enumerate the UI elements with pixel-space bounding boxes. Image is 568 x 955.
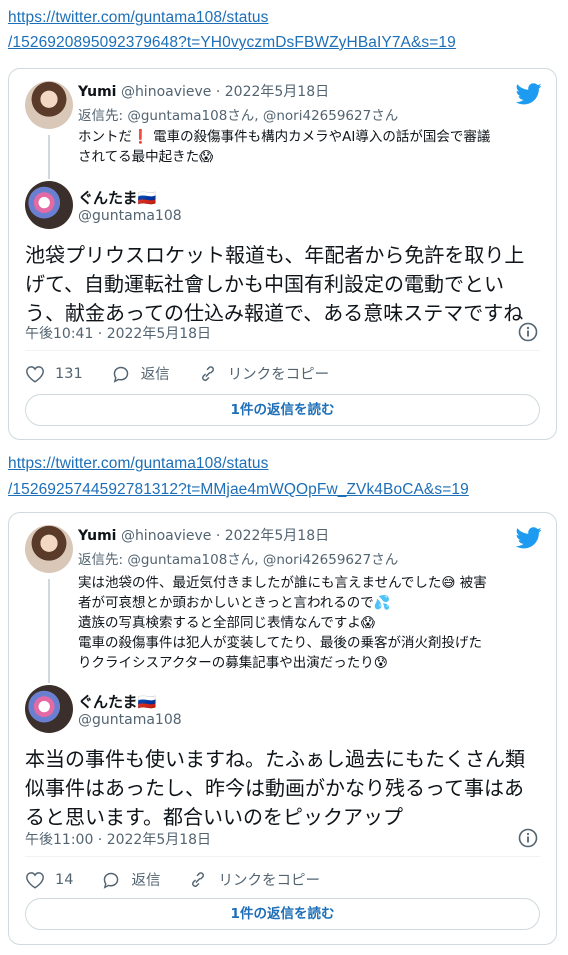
reply-body: 実は池袋の件、最近気付きましたが誰にも言えませんでした😅 被害 者が可哀想とか頭…: [78, 573, 546, 673]
twitter-bird-icon[interactable]: [516, 527, 542, 549]
like-count: 131: [55, 365, 83, 382]
status-link-line1[interactable]: https://twitter.com/guntama108/status: [8, 452, 268, 476]
reply-author-name[interactable]: Yumi: [78, 528, 116, 544]
thread-line: [48, 135, 50, 179]
main-author-name[interactable]: ぐんたま🇷🇺: [78, 187, 156, 208]
speech-bubble-icon: [113, 366, 128, 383]
tweet-embed-card: Yumi @hinoavieve · 2022年5月18日 返信先: @gunt…: [8, 512, 557, 945]
reply-body-line: りクライシスアクターの募集記事や出演だったり😰: [78, 655, 388, 671]
main-text-line: げて、自動運転社會しかも中国有利設定の電動でとい: [25, 272, 504, 296]
like-button[interactable]: 131: [25, 365, 83, 383]
reply-body-line: 実は池袋の件、最近気付きましたが誰にも言えませんでした😅 被害: [78, 575, 487, 591]
speech-bubble-icon: [104, 872, 119, 889]
twitter-bird-icon[interactable]: [516, 83, 542, 105]
avatar[interactable]: [25, 81, 73, 129]
reply-header: Yumi @hinoavieve · 2022年5月18日: [78, 527, 329, 545]
avatar[interactable]: [25, 525, 73, 573]
main-text-line: 本当の事件も使いますね。たふぁし過去にもたくさん類: [25, 747, 525, 771]
like-button[interactable]: 14: [25, 871, 73, 889]
reply-author-name[interactable]: Yumi: [78, 84, 116, 100]
main-text-line: ると思います。都合いいのをピックアップ: [25, 805, 403, 829]
status-link-line2[interactable]: /1526925744592781312?t=MMjae4mWQOpFw_ZVk…: [8, 478, 469, 502]
copy-link-button[interactable]: リンクをコピー: [188, 869, 320, 890]
reply-body-line: 電車の殺傷事件は犯人が変装してたり、最後の乗客が消火剤投げた: [78, 635, 483, 651]
main-author-handle[interactable]: @guntama108: [78, 712, 182, 728]
reply-label: 返信: [131, 873, 161, 889]
reply-label: 返信: [140, 367, 170, 383]
info-icon[interactable]: [518, 828, 538, 848]
heart-icon: [26, 871, 44, 889]
main-tweet-text: 池袋プリウスロケット報道も、年配者から免許を取り上 げて、自動運転社會しかも中国…: [25, 241, 544, 328]
reply-button[interactable]: 返信: [111, 363, 170, 384]
avatar[interactable]: [25, 181, 73, 229]
link-icon: [192, 871, 205, 887]
main-author-name[interactable]: ぐんたま🇷🇺: [78, 691, 156, 712]
avatar[interactable]: [25, 685, 73, 733]
like-count: 14: [55, 871, 74, 888]
divider: [25, 350, 540, 351]
tweet-embed-card: Yumi @hinoavieve · 2022年5月18日 返信先: @gunt…: [8, 68, 557, 440]
main-text-line: 似事件はあったし、昨今は動画がかなり残るって事はあ: [25, 776, 524, 800]
read-replies-button[interactable]: 1件の返信を読む: [25, 898, 540, 930]
reply-body: ホントだ❗ 電車の殺傷事件も構内カメラやAI導入の話が国会で審議 されてる最中起…: [78, 127, 546, 167]
read-replies-button[interactable]: 1件の返信を読む: [25, 394, 540, 426]
reply-header: Yumi @hinoavieve · 2022年5月18日: [78, 83, 329, 101]
main-tweet-text: 本当の事件も使いますね。たふぁし過去にもたくさん類 似事件はあったし、昨今は動画…: [25, 745, 544, 832]
copy-link-button[interactable]: リンクをコピー: [198, 363, 330, 384]
timestamp[interactable]: 午後11:00 · 2022年5月18日: [25, 829, 211, 849]
copy-link-label: リンクをコピー: [227, 367, 330, 383]
reply-button[interactable]: 返信: [101, 869, 160, 890]
action-bar: 131 返信 リンクをコピー: [25, 363, 357, 384]
action-bar: 14 返信 リンクをコピー: [25, 869, 348, 890]
main-author-handle[interactable]: @guntama108: [78, 208, 182, 224]
thread-line: [48, 579, 50, 683]
status-link-line1[interactable]: https://twitter.com/guntama108/status: [8, 6, 268, 30]
info-icon[interactable]: [518, 322, 538, 342]
reply-body-line: されてる最中起きた😱: [78, 149, 214, 165]
heart-icon: [26, 365, 44, 383]
reply-to-line[interactable]: 返信先: @guntama108さん, @nori42659627さん: [78, 104, 398, 124]
reply-handle-date: @hinoavieve · 2022年5月18日: [120, 84, 330, 100]
reply-body-line: 者が可哀想とか頭おかしいときっと言われるので💦: [78, 595, 391, 611]
status-link-line2[interactable]: /1526920895092379648?t=YH0vyczmDsFBWZyHB…: [8, 31, 456, 55]
timestamp[interactable]: 午後10:41 · 2022年5月18日: [25, 323, 211, 343]
link-icon: [201, 365, 214, 381]
reply-handle-date: @hinoavieve · 2022年5月18日: [120, 528, 330, 544]
divider: [25, 856, 540, 857]
reply-body-line: ホントだ❗ 電車の殺傷事件も構内カメラやAI導入の話が国会で審議: [78, 129, 491, 145]
copy-link-label: リンクをコピー: [218, 873, 320, 889]
reply-to-line[interactable]: 返信先: @guntama108さん, @nori42659627さん: [78, 548, 398, 568]
main-text-line: 池袋プリウスロケット報道も、年配者から免許を取り上: [25, 243, 525, 267]
reply-body-line: 遺族の写真検索すると全部同じ表情なんですよ😱: [78, 615, 375, 631]
